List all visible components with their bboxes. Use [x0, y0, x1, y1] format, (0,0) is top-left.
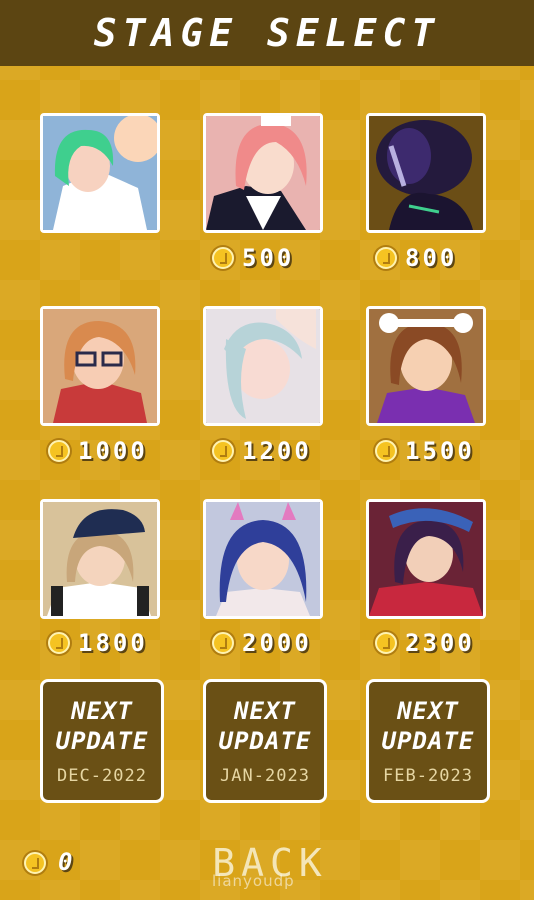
next-update-line2: UPDATE — [381, 727, 475, 755]
coin-icon — [375, 632, 397, 654]
coin-icon — [212, 247, 234, 269]
next-update-line1: NEXT — [234, 697, 296, 725]
stage-card-6[interactable] — [366, 306, 486, 426]
stage-4-price-value: 1000 — [78, 437, 148, 465]
stage-card-3[interactable] — [366, 113, 486, 233]
stage-card-1[interactable] — [40, 113, 160, 233]
next-update-card-3: NEXT UPDATE FEB-2023 — [366, 679, 490, 803]
stage-card-7[interactable] — [40, 499, 160, 619]
next-update-line2: UPDATE — [55, 727, 149, 755]
next-update-card-1: NEXT UPDATE DEC-2022 — [40, 679, 164, 803]
stage-7-portrait — [43, 502, 157, 616]
stage-8-price-value: 2000 — [242, 629, 312, 657]
stage-card-5[interactable] — [203, 306, 323, 426]
watermark: lianyoudp — [212, 872, 295, 890]
stage-3-price: 800 — [375, 244, 457, 272]
next-update-date: JAN-2023 — [220, 766, 310, 786]
stage-3-price-value: 800 — [405, 244, 458, 272]
stage-2-price-value: 500 — [242, 244, 295, 272]
next-update-line1: NEXT — [397, 697, 459, 725]
next-update-line2: UPDATE — [218, 727, 312, 755]
stage-5-price: 1200 — [212, 437, 312, 465]
coin-icon — [24, 852, 46, 874]
stage-2-portrait — [206, 116, 320, 230]
stage-6-portrait — [369, 309, 483, 423]
stage-card-2[interactable] — [203, 113, 323, 233]
stage-6-price: 1500 — [375, 437, 475, 465]
next-update-card-2: NEXT UPDATE JAN-2023 — [203, 679, 327, 803]
coin-balance: 0 — [58, 848, 73, 876]
stage-8-price: 2000 — [212, 629, 312, 657]
stage-4-portrait — [43, 309, 157, 423]
next-update-date: FEB-2023 — [383, 766, 473, 786]
stage-9-price: 2300 — [375, 629, 475, 657]
stage-1-portrait — [43, 116, 157, 230]
next-update-line1: NEXT — [71, 697, 133, 725]
stage-3-portrait — [369, 116, 483, 230]
next-update-date: DEC-2022 — [57, 766, 147, 786]
stage-8-portrait — [206, 502, 320, 616]
stage-5-price-value: 1200 — [242, 437, 312, 465]
stage-4-price: 1000 — [48, 437, 148, 465]
coin-icon — [212, 632, 234, 654]
stage-card-8[interactable] — [203, 499, 323, 619]
coin-icon — [375, 440, 397, 462]
stage-card-4[interactable] — [40, 306, 160, 426]
header-bar: STAGE SELECT — [0, 0, 534, 66]
stage-7-price: 1800 — [48, 629, 148, 657]
coin-icon — [48, 632, 70, 654]
stage-9-portrait — [369, 502, 483, 616]
coin-icon — [48, 440, 70, 462]
stage-card-9[interactable] — [366, 499, 486, 619]
coin-icon — [375, 247, 397, 269]
stage-5-portrait — [206, 309, 320, 423]
page-title: STAGE SELECT — [93, 11, 441, 55]
stage-7-price-value: 1800 — [78, 629, 148, 657]
stage-6-price-value: 1500 — [405, 437, 475, 465]
stage-9-price-value: 2300 — [405, 629, 475, 657]
coin-icon — [212, 440, 234, 462]
stage-2-price: 500 — [212, 244, 294, 272]
